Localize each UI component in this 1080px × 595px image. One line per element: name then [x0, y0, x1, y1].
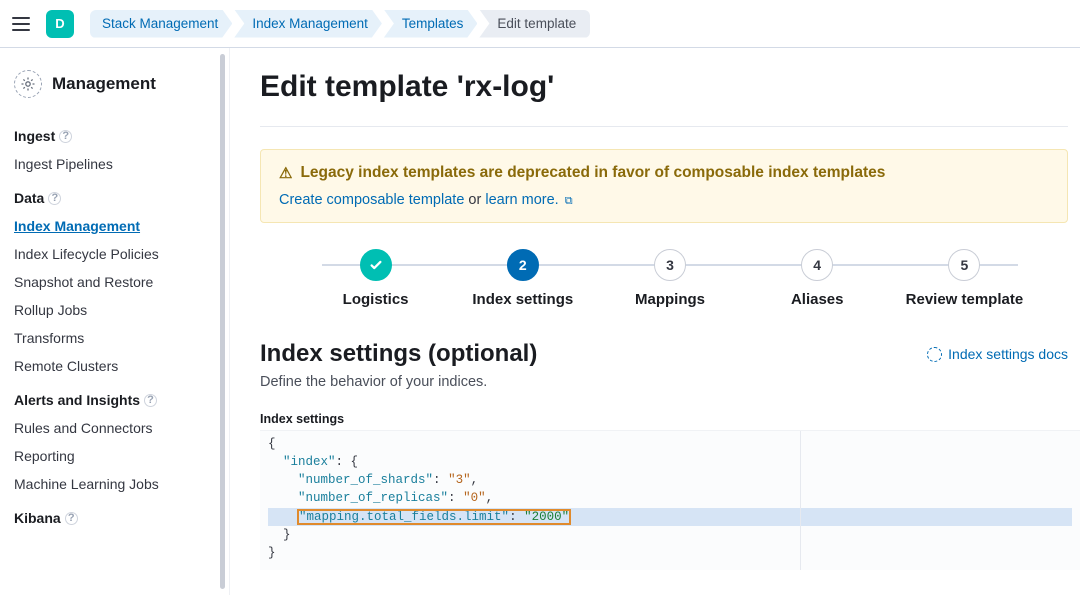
page-title: Edit template 'rx-log' [260, 70, 1068, 127]
breadcrumb-item[interactable]: Index Management [234, 10, 382, 38]
sidebar-item-rollup-jobs[interactable]: Rollup Jobs [0, 296, 229, 324]
step-logistics[interactable]: Logistics [302, 249, 449, 308]
json-editor[interactable]: { "index": { "number_of_shards": "3", "n… [260, 430, 1080, 570]
sidebar-item-ml-jobs[interactable]: Machine Learning Jobs [0, 470, 229, 498]
step-review[interactable]: 5 Review template [891, 249, 1038, 308]
callout-title-text: Legacy index templates are deprecated in… [300, 164, 885, 182]
sidebar-item-transforms[interactable]: Transforms [0, 324, 229, 352]
breadcrumb-item[interactable]: Stack Management [90, 10, 232, 38]
deprecation-callout: ⚠ Legacy index templates are deprecated … [260, 149, 1068, 223]
sidebar-header: Management [0, 66, 229, 116]
sidebar-item-snapshot-restore[interactable]: Snapshot and Restore [0, 268, 229, 296]
help-icon[interactable]: ? [144, 394, 157, 407]
external-link-icon: ⧉ [565, 195, 573, 207]
section-heading: Index settings (optional) [260, 340, 537, 368]
sidebar-item-index-management[interactable]: Index Management [0, 212, 229, 240]
space-badge[interactable]: D [46, 10, 74, 38]
sidebar-group-ingest: Ingest? [0, 116, 229, 150]
help-icon[interactable]: ? [65, 512, 78, 525]
sidebar-item-ingest-pipelines[interactable]: Ingest Pipelines [0, 150, 229, 178]
sidebar-group-kibana: Kibana? [0, 498, 229, 532]
step-circle: 4 [801, 249, 833, 281]
step-label: Mappings [635, 291, 705, 308]
callout-or: or [464, 192, 485, 208]
sidebar-item-reporting[interactable]: Reporting [0, 442, 229, 470]
step-label: Logistics [343, 291, 409, 308]
help-icon [927, 347, 942, 362]
gear-icon [14, 70, 42, 98]
editor-label: Index settings [260, 412, 1080, 426]
help-icon[interactable]: ? [48, 192, 61, 205]
create-composable-link[interactable]: Create composable template [279, 192, 464, 208]
menu-toggle[interactable] [10, 12, 34, 36]
wizard-stepper: Logistics 2 Index settings 3 Mappings 4 … [302, 249, 1038, 308]
step-mappings[interactable]: 3 Mappings [596, 249, 743, 308]
index-settings-docs-link[interactable]: Index settings docs [927, 346, 1068, 362]
sidebar: Management Ingest? Ingest Pipelines Data… [0, 48, 230, 595]
step-aliases[interactable]: 4 Aliases [744, 249, 891, 308]
warning-icon: ⚠ [279, 164, 292, 182]
step-label: Aliases [791, 291, 844, 308]
breadcrumb-item-current: Edit template [479, 10, 590, 38]
main-content: Edit template 'rx-log' ⚠ Legacy index te… [230, 48, 1080, 595]
sidebar-group-data: Data? [0, 178, 229, 212]
breadcrumb-item[interactable]: Templates [384, 10, 478, 38]
step-circle: 5 [948, 249, 980, 281]
sidebar-item-rules-connectors[interactable]: Rules and Connectors [0, 414, 229, 442]
step-circle-done [360, 249, 392, 281]
sidebar-item-index-lifecycle-policies[interactable]: Index Lifecycle Policies [0, 240, 229, 268]
sidebar-item-remote-clusters[interactable]: Remote Clusters [0, 352, 229, 380]
sidebar-title: Management [52, 74, 156, 94]
step-index-settings[interactable]: 2 Index settings [449, 249, 596, 308]
section-sub: Define the behavior of your indices. [260, 374, 537, 390]
sidebar-group-alerts: Alerts and Insights? [0, 380, 229, 414]
learn-more-link[interactable]: learn more. [485, 192, 558, 208]
step-circle: 3 [654, 249, 686, 281]
breadcrumbs: Stack Management Index Management Templa… [90, 10, 592, 38]
step-circle-current: 2 [507, 249, 539, 281]
help-icon[interactable]: ? [59, 130, 72, 143]
step-label: Review template [906, 291, 1024, 308]
topbar: D Stack Management Index Management Temp… [0, 0, 1080, 48]
step-label: Index settings [472, 291, 573, 308]
